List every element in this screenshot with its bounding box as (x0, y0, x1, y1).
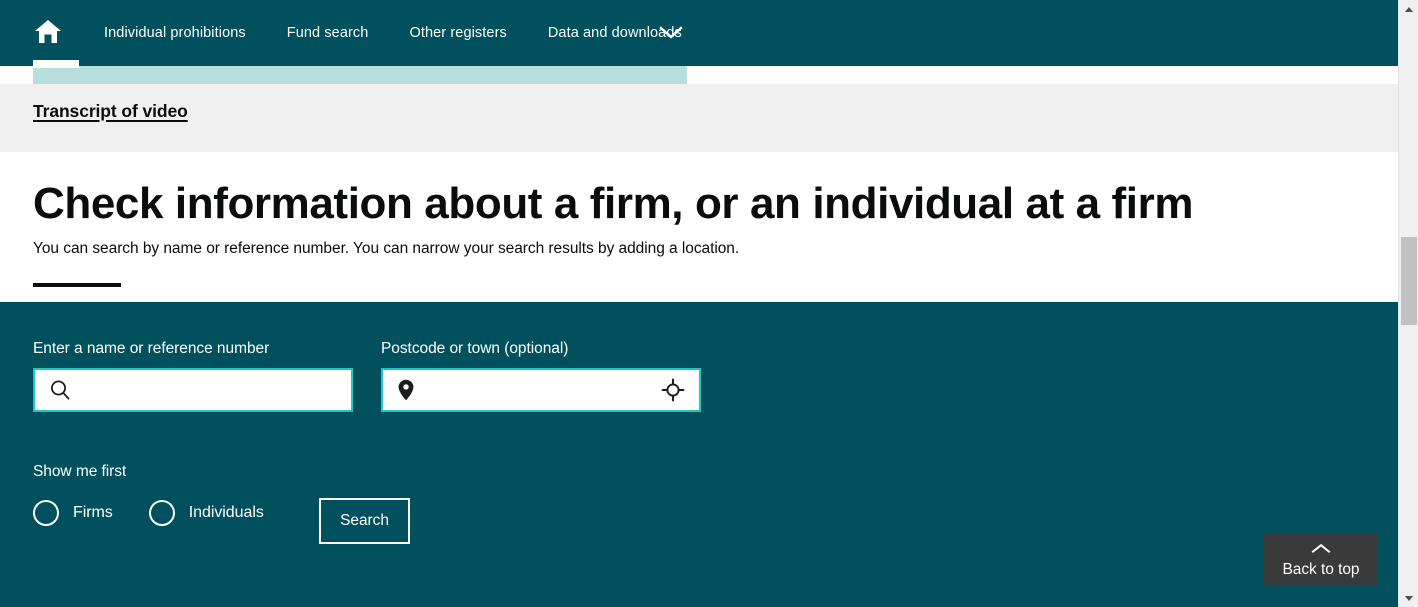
radio-option-firms[interactable]: Firms (33, 500, 113, 526)
radio-circle-firms[interactable] (33, 500, 59, 526)
back-to-top-button[interactable]: Back to top (1264, 533, 1378, 586)
browser-viewport: Individual prohibitions Fund search Othe… (0, 0, 1398, 607)
postcode-input[interactable] (383, 370, 699, 410)
name-input-wrapper[interactable] (33, 368, 353, 412)
radio-label-firms: Firms (73, 504, 113, 521)
nav-links-group: Individual prohibitions Fund search Othe… (104, 0, 682, 66)
postcode-or-town-field-group: Postcode or town (optional) (381, 340, 701, 412)
search-panel: Enter a name or reference number Postcod… (0, 302, 1398, 607)
back-to-top-label: Back to top (1282, 561, 1360, 579)
search-input[interactable] (35, 370, 351, 410)
nav-link-fund-search[interactable]: Fund search (287, 26, 369, 41)
page-heading-section: Check information about a firm, or an in… (0, 152, 1398, 302)
name-or-reference-field-group: Enter a name or reference number (33, 340, 353, 412)
search-button[interactable]: Search (319, 498, 410, 544)
nav-link-individual-prohibitions[interactable]: Individual prohibitions (104, 26, 246, 41)
scroll-up-arrow-icon[interactable] (1399, 0, 1418, 18)
show-me-first-radio-group: Firms Individuals (33, 500, 300, 526)
scrollbar-thumb[interactable] (1401, 237, 1417, 325)
radio-circle-individuals[interactable] (148, 500, 175, 526)
scroll-down-arrow-icon[interactable] (1399, 589, 1418, 607)
postcode-input-wrapper[interactable] (381, 368, 701, 412)
page-subtitle: You can search by name or reference numb… (33, 240, 740, 257)
page-title: Check information about a firm, or an in… (33, 179, 1194, 228)
name-field-label: Enter a name or reference number (33, 340, 270, 357)
radio-option-individuals[interactable]: Individuals (148, 500, 264, 526)
nav-link-other-registers[interactable]: Other registers (409, 26, 506, 41)
title-underline-rule (33, 283, 121, 287)
vertical-scrollbar[interactable] (1398, 0, 1418, 607)
locate-crosshair-icon[interactable] (661, 378, 685, 402)
chevron-up-icon (1310, 541, 1332, 559)
home-icon[interactable] (33, 16, 63, 46)
transcript-of-video-link[interactable]: Transcript of video (33, 101, 188, 122)
chevron-down-icon[interactable] (657, 24, 685, 42)
postcode-field-label: Postcode or town (optional) (381, 340, 569, 357)
active-tab-indicator (33, 60, 79, 68)
transcript-section-background (0, 84, 1398, 152)
page-root: Individual prohibitions Fund search Othe… (0, 0, 1418, 607)
top-navigation-bar: Individual prohibitions Fund search Othe… (0, 0, 1398, 66)
video-placeholder-band (33, 66, 687, 84)
radio-label-individuals: Individuals (188, 504, 264, 521)
show-me-first-label: Show me first (33, 463, 127, 480)
